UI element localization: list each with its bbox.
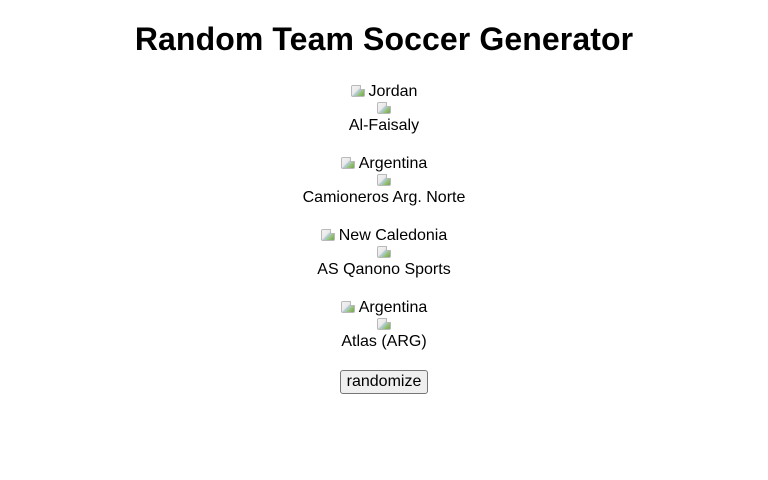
country-name: New Caledonia bbox=[338, 227, 448, 244]
crest-row bbox=[0, 318, 768, 332]
flag-icon bbox=[340, 301, 355, 313]
club-name: Atlas (ARG) bbox=[341, 333, 427, 350]
team-entry: New Caledonia AS Qanono Sports bbox=[0, 226, 768, 280]
crest-row bbox=[0, 102, 768, 116]
country-name: Jordan bbox=[368, 83, 418, 100]
club-name: Camioneros Arg. Norte bbox=[302, 189, 466, 206]
team-entry: Argentina Camioneros Arg. Norte bbox=[0, 154, 768, 208]
team-list: Jordan Al-Faisaly Argentina Camioneros A… bbox=[0, 82, 768, 352]
country-name: Argentina bbox=[358, 155, 428, 172]
country-name: Argentina bbox=[358, 299, 428, 316]
country-row: Argentina bbox=[0, 298, 768, 318]
team-entry: Jordan Al-Faisaly bbox=[0, 82, 768, 136]
club-name: AS Qanono Sports bbox=[317, 261, 451, 278]
flag-icon bbox=[340, 157, 355, 169]
country-row: New Caledonia bbox=[0, 226, 768, 246]
crest-icon bbox=[377, 102, 391, 114]
club-name: Al-Faisaly bbox=[348, 117, 420, 134]
randomize-button[interactable]: randomize bbox=[339, 370, 429, 394]
page-title: Random Team Soccer Generator bbox=[134, 21, 634, 57]
country-row: Argentina bbox=[0, 154, 768, 174]
crest-icon bbox=[377, 174, 391, 186]
flag-icon bbox=[350, 85, 365, 97]
crest-icon bbox=[377, 246, 391, 258]
page: Random Team Soccer Generator Jordan Al-F… bbox=[0, 0, 768, 480]
crest-icon bbox=[377, 318, 391, 330]
crest-row bbox=[0, 246, 768, 260]
team-entry: Argentina Atlas (ARG) bbox=[0, 298, 768, 352]
crest-row bbox=[0, 174, 768, 188]
country-row: Jordan bbox=[0, 82, 768, 102]
flag-icon bbox=[320, 229, 335, 241]
